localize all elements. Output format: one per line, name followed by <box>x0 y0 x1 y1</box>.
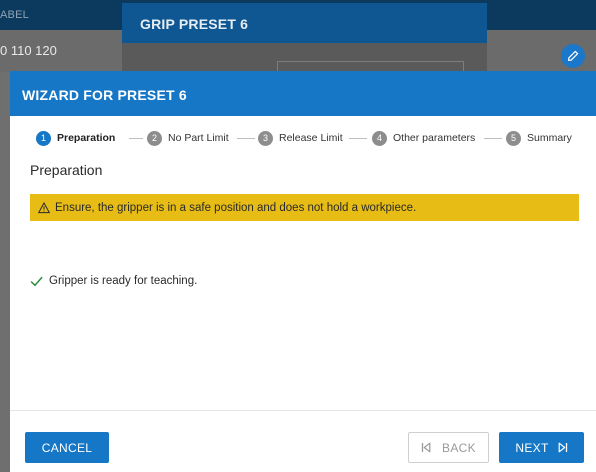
grip-preset-dialog: GRIP PRESET 6 <box>122 3 487 78</box>
section-title: Preparation <box>30 162 103 178</box>
step-label: Other parameters <box>393 132 476 144</box>
step-number: 5 <box>506 130 521 146</box>
step-label: Release Limit <box>279 132 343 144</box>
step-number: 2 <box>147 130 162 146</box>
warning-text: Ensure, the gripper is in a safe positio… <box>55 201 417 214</box>
step-label: Summary <box>527 132 572 144</box>
background-column-label: ABEL <box>0 9 29 21</box>
pencil-icon <box>567 50 579 62</box>
next-button-label: NEXT <box>515 440 549 455</box>
back-button-label: BACK <box>442 440 476 455</box>
footer-divider <box>10 410 596 411</box>
step-release-limit[interactable]: 3 Release Limit <box>258 130 343 146</box>
background-row-value: 0 110 120 <box>0 43 57 58</box>
step-number: 1 <box>36 130 51 146</box>
step-label: No Part Limit <box>168 132 229 144</box>
skip-forward-icon <box>558 442 568 453</box>
grip-preset-header: GRIP PRESET 6 <box>122 3 487 43</box>
step-connector <box>237 138 255 139</box>
cancel-button[interactable]: CANCEL <box>25 432 109 463</box>
next-button[interactable]: NEXT <box>499 432 584 463</box>
step-summary[interactable]: 5 Summary <box>506 130 572 146</box>
status-message: Gripper is ready for teaching. <box>30 274 197 288</box>
step-label: Preparation <box>57 132 116 144</box>
status-text: Gripper is ready for teaching. <box>49 275 198 287</box>
checkmark-icon <box>30 275 43 288</box>
step-connector <box>129 138 143 139</box>
warning-triangle-icon <box>38 201 50 214</box>
step-number: 3 <box>258 130 273 146</box>
step-other-parameters[interactable]: 4 Other parameters <box>372 130 475 146</box>
warning-banner: Ensure, the gripper is in a safe positio… <box>30 194 579 221</box>
grip-preset-title: GRIP PRESET 6 <box>140 16 249 32</box>
back-button[interactable]: BACK <box>408 432 489 463</box>
step-preparation[interactable]: 1 Preparation <box>36 130 115 146</box>
step-connector <box>349 138 367 139</box>
background-edit-button[interactable] <box>561 44 585 68</box>
wizard-dialog: WIZARD FOR PRESET 6 1 Preparation 2 No P… <box>10 71 596 472</box>
wizard-header: WIZARD FOR PRESET 6 <box>10 71 596 116</box>
step-no-part-limit[interactable]: 2 No Part Limit <box>147 130 229 146</box>
skip-back-icon <box>421 442 431 453</box>
step-connector <box>484 138 502 139</box>
cancel-button-label: CANCEL <box>41 440 93 455</box>
wizard-title: WIZARD FOR PRESET 6 <box>22 87 187 103</box>
step-number: 4 <box>372 130 387 146</box>
